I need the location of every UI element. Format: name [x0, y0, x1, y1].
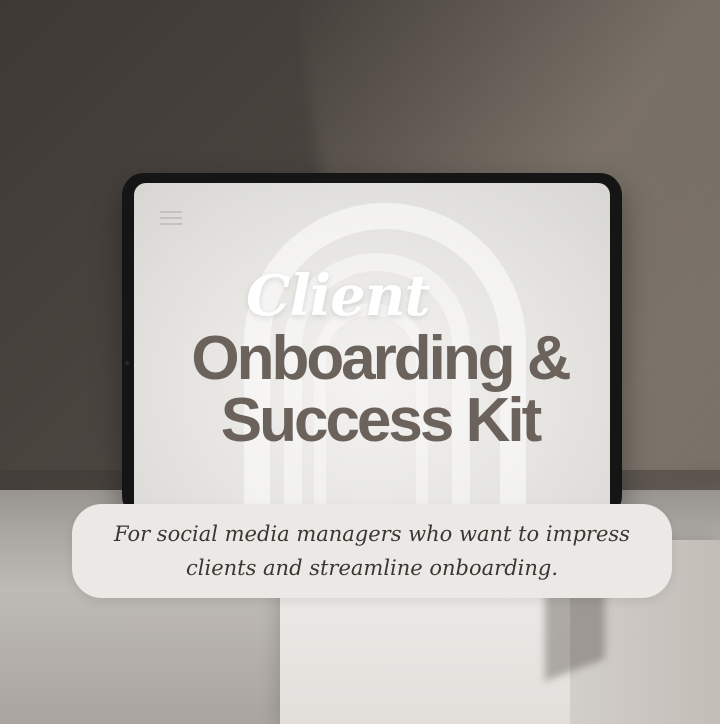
product-mockup-scene: Client Onboarding & Success Kit For soci…: [0, 0, 720, 724]
headline-line-1: Onboarding &: [191, 324, 571, 393]
camera-dot: [125, 361, 129, 365]
headline-main: Onboarding & Success Kit: [150, 328, 610, 452]
headline-script-word: Client: [246, 263, 430, 329]
menu-icon: [160, 211, 182, 225]
headline-line-2: Success Kit: [220, 386, 543, 455]
tagline-pill: For social media managers who want to im…: [72, 504, 672, 598]
tagline-text: For social media managers who want to im…: [114, 522, 630, 580]
